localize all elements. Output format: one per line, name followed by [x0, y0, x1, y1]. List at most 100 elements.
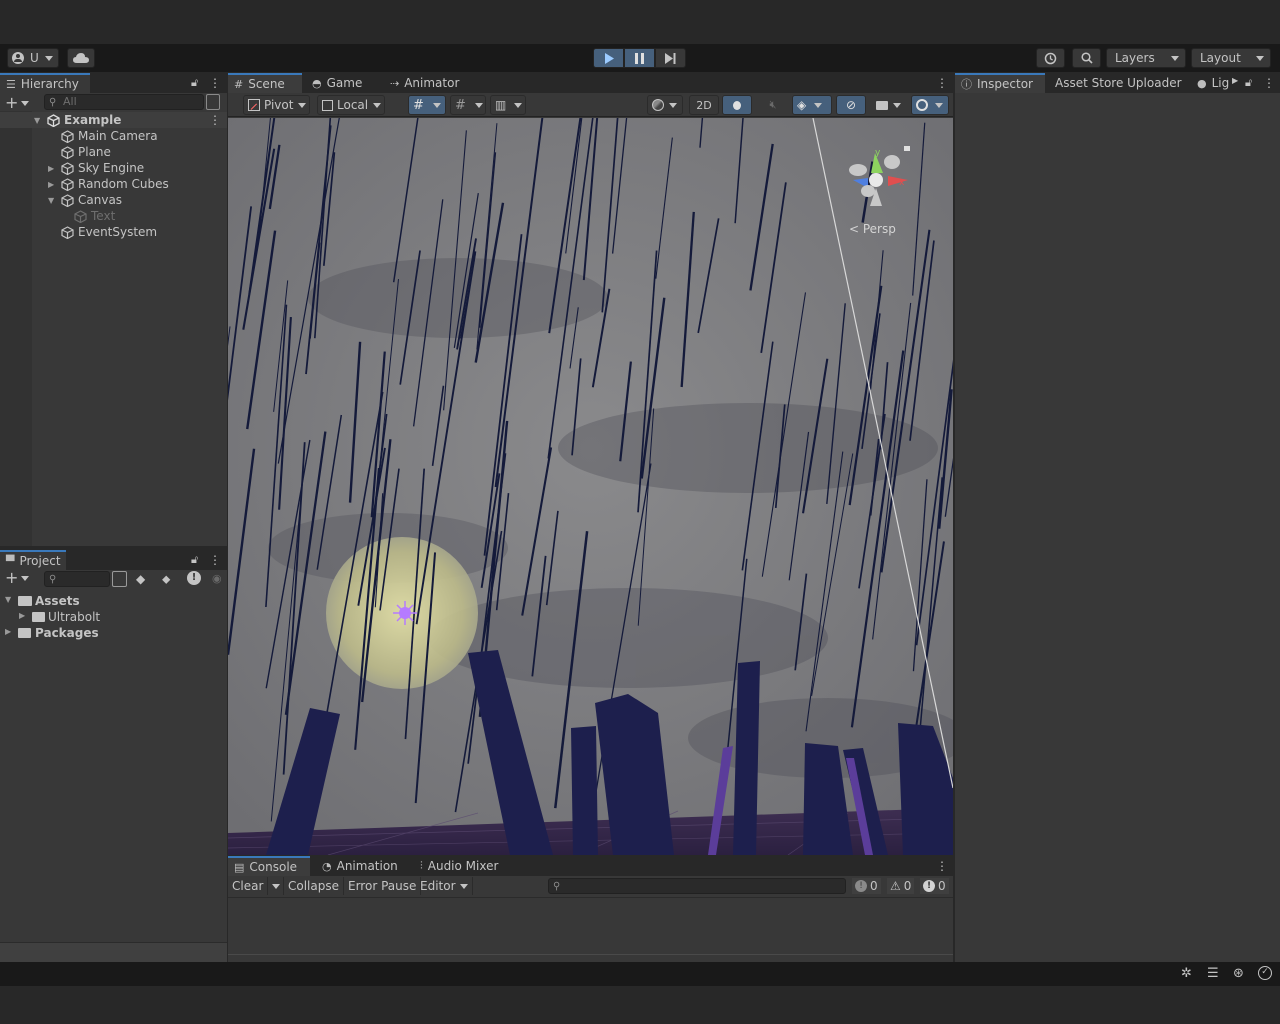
tab-inspector[interactable]: ⓘ Inspector — [955, 73, 1045, 93]
animator-tab-label: Animator — [404, 76, 460, 90]
clear-options-dropdown[interactable] — [268, 877, 284, 895]
hierarchy-item[interactable]: Random Cubes — [61, 176, 169, 192]
create-dropdown[interactable]: + — [5, 95, 32, 111]
gizmos-dropdown[interactable] — [911, 95, 949, 115]
lighting-toggle[interactable] — [722, 95, 752, 115]
tab-lighting[interactable]: ● Lig — [1191, 73, 1233, 93]
tab-console[interactable]: ▤ Console — [228, 856, 310, 876]
expand-arrow-icon[interactable]: ▼ — [48, 192, 54, 208]
tab-hierarchy[interactable]: ☰ Hierarchy — [0, 73, 90, 93]
cloud-button[interactable] — [67, 48, 95, 68]
local-dropdown[interactable]: Local — [317, 95, 385, 115]
expand-arrow-icon[interactable]: ▶ — [5, 627, 11, 636]
hierarchy-item[interactable]: Canvas — [61, 192, 122, 208]
history-button[interactable] — [1036, 48, 1065, 68]
bug-icon[interactable]: ✲ — [1181, 966, 1192, 981]
plus-icon: + — [5, 93, 19, 112]
project-search-input[interactable]: ⚲ — [44, 571, 110, 587]
mode-2d-toggle[interactable]: 2D — [689, 95, 719, 115]
console-search-input[interactable]: ⚲ — [548, 878, 846, 894]
project-row-ultrabolt[interactable]: ▶ Ultrabolt — [0, 609, 227, 625]
scene-root[interactable]: Example — [47, 112, 121, 128]
tab-overflow-icon[interactable]: ▶ — [1232, 76, 1238, 85]
gameobject-cube-icon — [61, 161, 74, 175]
lock-icon[interactable]: 🔓︎ — [191, 553, 198, 567]
more-options-icon[interactable]: ⋮ — [1263, 76, 1275, 90]
console-panel: ▤ Console ◔ Animation ⫶ Audio Mixer ⋮ Cl… — [228, 856, 953, 962]
snap-toggle[interactable]: # — [450, 95, 486, 115]
checkmark-icon[interactable]: ✓ — [1258, 966, 1272, 980]
tag-icon[interactable]: ⬥ — [162, 572, 170, 587]
tab-audio-mixer[interactable]: ⫶ Audio Mixer — [414, 856, 506, 876]
hierarchy-item[interactable]: Main Camera — [61, 128, 158, 144]
grid-icon: # — [413, 97, 424, 113]
project-row-assets[interactable]: ▼ Assets — [0, 593, 227, 609]
create-dropdown[interactable]: + — [5, 570, 32, 586]
lock-icon[interactable]: 🔓︎ — [191, 76, 198, 90]
tab-scene[interactable]: # Scene — [228, 73, 302, 93]
layers-dropdown[interactable]: Layers — [1106, 48, 1186, 68]
hidden-packages-icon[interactable]: ! — [187, 571, 201, 585]
step-button[interactable] — [655, 48, 686, 68]
animation-tab-label: Animation — [336, 859, 398, 873]
chevron-down-icon — [474, 102, 483, 108]
tab-game[interactable]: ◓ Game — [306, 73, 370, 93]
project-row-packages[interactable]: ▶ Packages — [0, 625, 227, 641]
database-icon[interactable]: ☰ — [1207, 966, 1219, 981]
mode-2d-label: 2D — [696, 98, 712, 112]
plus-icon: + — [5, 568, 19, 587]
more-options-icon[interactable]: ⋮ — [936, 76, 948, 90]
hierarchy-search-input[interactable]: ⚲ All — [44, 94, 204, 110]
camera-dropdown[interactable] — [871, 95, 908, 115]
tab-animator[interactable]: ⇢ Animator — [384, 73, 467, 93]
search-icon: ⚲ — [553, 881, 561, 892]
search-button[interactable] — [1072, 48, 1101, 68]
effects-dropdown[interactable]: ◈ — [792, 95, 832, 115]
editor-dropdown[interactable]: Editor — [416, 877, 473, 895]
play-button[interactable] — [593, 48, 624, 68]
persp-label[interactable]: < Persp — [849, 222, 896, 236]
log-count-toggle[interactable]: ! 0 — [852, 878, 881, 894]
more-options-icon[interactable]: ⋮ — [936, 859, 948, 873]
more-options-icon[interactable]: ⋮ — [209, 76, 221, 90]
hierarchy-item[interactable]: Text — [74, 208, 115, 224]
account-dropdown[interactable]: U — [7, 48, 59, 68]
pivot-dropdown[interactable]: Pivot — [243, 95, 310, 115]
gameobject-cube-icon — [61, 225, 74, 239]
hierarchy-item[interactable]: EventSystem — [61, 224, 157, 240]
layers-fx-icon: ◈ — [797, 98, 807, 112]
scene-viewport[interactable]: y x < Persp — [228, 118, 953, 855]
filter-type-icon[interactable]: ◆ — [136, 572, 145, 586]
hierarchy-item-label: Canvas — [78, 193, 123, 207]
tab-animation[interactable]: ◔ Animation — [316, 856, 406, 876]
hidden-objects-toggle[interactable]: ⊘ — [836, 95, 866, 115]
expand-arrow-icon[interactable]: ▼ — [34, 112, 40, 128]
clear-button[interactable]: Clear — [228, 877, 269, 895]
lock-icon[interactable]: 🔓︎ — [1245, 76, 1252, 90]
pause-button[interactable] — [624, 48, 655, 68]
search-by-type-icon[interactable] — [112, 571, 127, 587]
eye-icon[interactable]: ◉ — [212, 572, 222, 585]
warning-count-toggle[interactable]: ⚠ 0 — [887, 878, 915, 894]
more-options-icon[interactable]: ⋮ — [209, 113, 221, 127]
lighting-status-icon[interactable]: ⊛ — [1233, 966, 1244, 981]
console-header: ▤ Console ◔ Animation ⫶ Audio Mixer ⋮ — [228, 856, 953, 876]
hierarchy-item[interactable]: Plane — [61, 144, 111, 160]
collapse-button[interactable]: Collapse — [284, 877, 344, 895]
audio-toggle[interactable]: 🔇︎ — [758, 95, 788, 115]
tab-project[interactable]: ▀ Project — [0, 550, 66, 570]
error-pause-button[interactable]: Error Pause — [344, 877, 422, 895]
layout-dropdown[interactable]: Layout — [1191, 48, 1271, 68]
error-count-toggle[interactable]: ! 0 — [920, 878, 949, 894]
hierarchy-item[interactable]: Sky Engine — [61, 160, 144, 176]
expand-arrow-icon[interactable]: ▶ — [48, 160, 54, 176]
grid-toggle[interactable]: # — [408, 95, 446, 115]
scene-visibility-icon[interactable] — [206, 94, 220, 110]
expand-arrow-icon[interactable]: ▶ — [48, 176, 54, 192]
tab-asset-store-uploader[interactable]: Asset Store Uploader — [1049, 73, 1190, 93]
shading-mode-dropdown[interactable] — [647, 95, 683, 115]
expand-arrow-icon[interactable]: ▼ — [5, 595, 11, 604]
expand-arrow-icon[interactable]: ▶ — [19, 611, 25, 620]
increment-snap-dropdown[interactable]: ▥ — [490, 95, 526, 115]
more-options-icon[interactable]: ⋮ — [209, 553, 221, 567]
